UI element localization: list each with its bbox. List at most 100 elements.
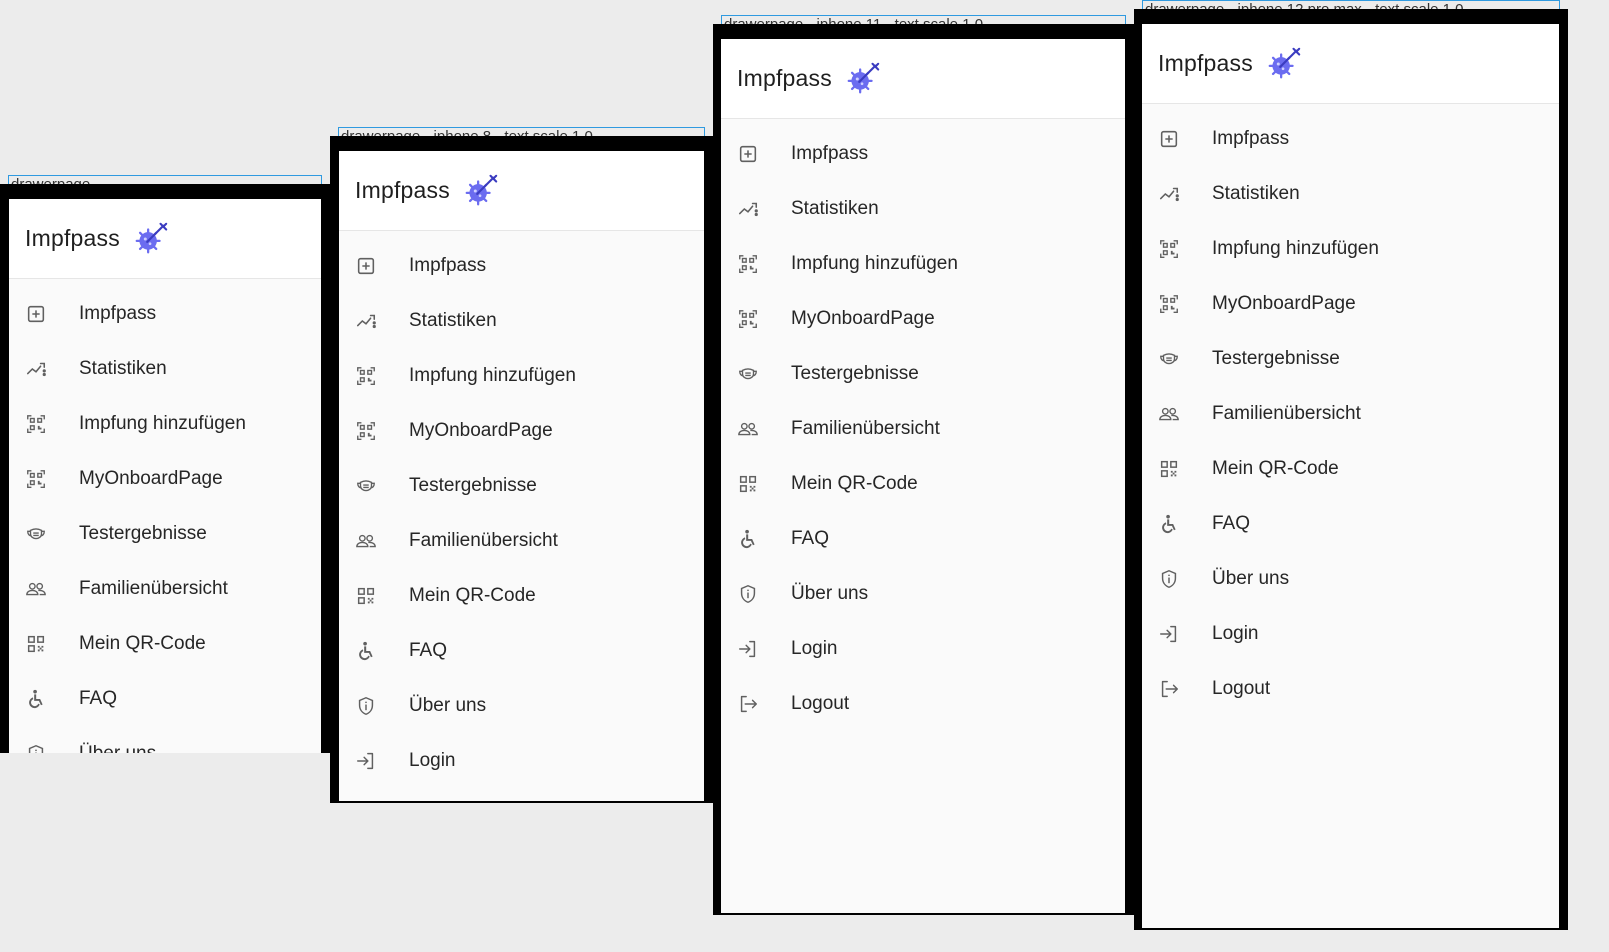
trending-chart-icon [737, 198, 759, 220]
drawer-header: Impfpass [1142, 24, 1559, 104]
device-frame: Impfpass Impfpass Statistiken Impfung hinz… [0, 184, 330, 753]
menu-item[interactable]: FAQ [9, 671, 321, 726]
menu-item[interactable]: MyOnboardPage [9, 451, 321, 506]
menu-item[interactable]: Über uns [1142, 551, 1559, 606]
menu-item-label: Mein QR-Code [79, 632, 206, 654]
menu-item[interactable]: Impfung hinzufügen [1142, 221, 1559, 276]
menu-item-label: Testergebnisse [409, 474, 537, 496]
plus-box-icon [737, 143, 759, 165]
qr-scan-icon [1158, 238, 1180, 260]
app-title: Impfpass [355, 177, 450, 203]
menu-item-label: Login [1212, 622, 1259, 644]
menu-item[interactable]: Statistiken [721, 181, 1125, 236]
menu-item[interactable]: Testergebnisse [9, 506, 321, 561]
menu-list: Impfpass Statistiken Impfung hinzufügen MyO… [1142, 104, 1559, 716]
menu-item[interactable]: Mein QR-Code [339, 568, 704, 623]
mask-icon [25, 523, 47, 545]
menu-item[interactable]: Logout [1142, 661, 1559, 716]
menu-list: Impfpass Statistiken Impfung hinzufügen MyO… [9, 279, 321, 753]
menu-item-label: Familienübersicht [791, 417, 940, 439]
menu-item[interactable]: Impfung hinzufügen [9, 396, 321, 451]
menu-item-label: FAQ [1212, 512, 1251, 534]
qr-code-icon [1158, 458, 1180, 480]
menu-item[interactable]: Mein QR-Code [1142, 441, 1559, 496]
menu-item-label: Mein QR-Code [1212, 457, 1339, 479]
menu-item[interactable]: MyOnboardPage [339, 403, 704, 458]
menu-item[interactable]: Familienübersicht [339, 513, 704, 568]
qr-scan-icon [25, 468, 47, 490]
menu-item[interactable]: Testergebnisse [721, 346, 1125, 401]
menu-item[interactable]: Login [339, 733, 704, 788]
menu-item[interactable]: Impfpass [339, 238, 704, 293]
plus-box-icon [25, 303, 47, 325]
menu-item[interactable]: MyOnboardPage [1142, 276, 1559, 331]
menu-item[interactable]: Familienübersicht [721, 401, 1125, 456]
mask-icon [355, 475, 377, 497]
menu-item[interactable]: Impfpass [9, 286, 321, 341]
golden-label: drawerpage [8, 175, 322, 184]
qr-scan-icon [737, 253, 759, 275]
menu-item-label: Impfung hinzufügen [1212, 237, 1379, 259]
menu-item-label: Mein QR-Code [791, 472, 918, 494]
logout-icon [737, 693, 759, 715]
menu-item[interactable]: Mein QR-Code [9, 616, 321, 671]
menu-item-label: Familienübersicht [409, 529, 558, 551]
menu-item[interactable]: Statistiken [9, 341, 321, 396]
menu-item-label: Impfung hinzufügen [79, 412, 246, 434]
menu-item[interactable]: Über uns [339, 678, 704, 733]
menu-item[interactable]: Über uns [721, 566, 1125, 621]
menu-item[interactable]: Mein QR-Code [721, 456, 1125, 511]
drawer-screen: Impfpass Impfpass Statistiken Impfung hinz… [9, 199, 321, 753]
menu-item[interactable]: Login [721, 621, 1125, 676]
menu-item[interactable]: Statistiken [1142, 166, 1559, 221]
menu-item[interactable]: Impfung hinzufügen [339, 348, 704, 403]
qr-scan-icon [737, 308, 759, 330]
menu-item[interactable]: Login [1142, 606, 1559, 661]
menu-item[interactable]: Über uns [9, 726, 321, 753]
menu-item[interactable]: FAQ [1142, 496, 1559, 551]
shield-info-icon [25, 743, 47, 753]
menu-item-label: Statistiken [79, 357, 167, 379]
mask-icon [737, 363, 759, 385]
menu-item-label: Logout [791, 692, 850, 714]
menu-item[interactable]: MyOnboardPage [721, 291, 1125, 346]
login-icon [355, 750, 377, 772]
menu-item[interactable]: FAQ [339, 623, 704, 678]
golden-drawerpage: drawerpage Impfpass Impfpass Statistiken I… [0, 175, 330, 753]
people-icon [25, 578, 47, 600]
menu-item[interactable]: Statistiken [339, 293, 704, 348]
menu-item-label: Logout [1212, 677, 1271, 699]
menu-item-label: Testergebnisse [79, 522, 207, 544]
menu-item[interactable]: Familienübersicht [9, 561, 321, 616]
drawer-header: Impfpass [721, 39, 1125, 119]
menu-item-label: Testergebnisse [791, 362, 919, 384]
menu-item-label: Impfung hinzufügen [791, 252, 958, 274]
menu-item-label: Impfpass [79, 302, 157, 324]
people-icon [737, 418, 759, 440]
menu-item-label: MyOnboardPage [79, 467, 223, 489]
virus-syringe-logo-icon [462, 172, 500, 210]
golden-iphone-12-pro-max: drawerpage - iphone 12 pro max - text sc… [1134, 0, 1568, 930]
menu-item[interactable]: Impfung hinzufügen [721, 236, 1125, 291]
menu-item-label: Über uns [79, 742, 157, 754]
plus-box-icon [355, 255, 377, 277]
drawer-screen: Impfpass Impfpass Statistiken Impfung hinz… [1142, 24, 1559, 928]
golden-label: drawerpage - iphone 12 pro max - text sc… [1142, 0, 1560, 9]
menu-item[interactable]: FAQ [721, 511, 1125, 566]
menu-item-label: Statistiken [791, 197, 879, 219]
accessible-icon [355, 640, 377, 662]
menu-item[interactable]: Impfpass [721, 126, 1125, 181]
menu-item[interactable]: Impfpass [1142, 111, 1559, 166]
shield-info-icon [737, 583, 759, 605]
menu-list: Impfpass Statistiken Impfung hinzufügen MyO… [339, 231, 704, 788]
menu-item-label: Statistiken [1212, 182, 1300, 204]
login-icon [737, 638, 759, 660]
golden-label: drawerpage - iphone 8 - text scale 1.0 [338, 127, 705, 136]
golden-iphone-11: drawerpage - iphone 11 - text scale 1.0 … [713, 15, 1134, 915]
menu-item-label: FAQ [409, 639, 448, 661]
menu-item[interactable]: Familienübersicht [1142, 386, 1559, 441]
menu-item[interactable]: Testergebnisse [339, 458, 704, 513]
menu-item[interactable]: Testergebnisse [1142, 331, 1559, 386]
golden-label: drawerpage - iphone 11 - text scale 1.0 [721, 15, 1126, 24]
menu-item[interactable]: Logout [721, 676, 1125, 731]
